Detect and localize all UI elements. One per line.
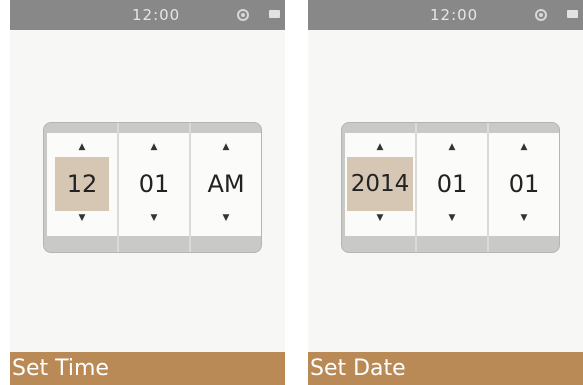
arrow-up-icon[interactable]: ▲ [449, 143, 456, 152]
year-value[interactable]: 2014 [347, 157, 413, 211]
date-picker: ▲ 2014 ▼ ▲ 01 ▼ ▲ 01 ▼ [341, 122, 560, 253]
year-column[interactable]: ▲ 2014 ▼ [345, 133, 415, 236]
month-value[interactable]: 01 [425, 157, 479, 211]
arrow-up-icon[interactable]: ▲ [521, 143, 528, 152]
arrow-up-icon[interactable]: ▲ [223, 143, 230, 152]
battery-icon [269, 10, 280, 18]
status-clock: 12:00 [430, 6, 479, 24]
battery-icon [567, 10, 578, 18]
month-column[interactable]: ▲ 01 ▼ [417, 133, 487, 236]
day-column[interactable]: ▲ 01 ▼ [489, 133, 559, 236]
screen-title: Set Time [12, 356, 109, 381]
set-date-screen: 12:00 ▲ 2014 ▼ ▲ 01 ▼ ▲ 01 ▼ Set Date [308, 0, 583, 385]
screen-title: Set Date [310, 356, 406, 381]
arrow-down-icon[interactable]: ▼ [449, 214, 456, 223]
time-picker: ▲ 12 ▼ ▲ 01 ▼ ▲ AM ▼ [43, 122, 262, 253]
arrow-down-icon[interactable]: ▼ [79, 214, 86, 223]
status-bar: 12:00 [308, 0, 583, 30]
hour-value[interactable]: 12 [55, 157, 109, 211]
wifi-icon [237, 9, 249, 21]
minute-value[interactable]: 01 [127, 157, 181, 211]
arrow-up-icon[interactable]: ▲ [151, 143, 158, 152]
set-time-screen: 12:00 ▲ 12 ▼ ▲ 01 ▼ ▲ AM ▼ Set Time [10, 0, 285, 385]
ampm-value[interactable]: AM [199, 157, 253, 211]
arrow-down-icon[interactable]: ▼ [377, 214, 384, 223]
title-bar: Set Time [10, 352, 285, 385]
arrow-down-icon[interactable]: ▼ [521, 214, 528, 223]
title-bar: Set Date [308, 352, 583, 385]
wifi-icon [535, 9, 547, 21]
arrow-up-icon[interactable]: ▲ [79, 143, 86, 152]
minute-column[interactable]: ▲ 01 ▼ [119, 133, 189, 236]
day-value[interactable]: 01 [497, 157, 551, 211]
arrow-down-icon[interactable]: ▼ [151, 214, 158, 223]
arrow-up-icon[interactable]: ▲ [377, 143, 384, 152]
arrow-down-icon[interactable]: ▼ [223, 214, 230, 223]
ampm-column[interactable]: ▲ AM ▼ [191, 133, 261, 236]
status-bar: 12:00 [10, 0, 285, 30]
hour-column[interactable]: ▲ 12 ▼ [47, 133, 117, 236]
status-clock: 12:00 [132, 6, 181, 24]
